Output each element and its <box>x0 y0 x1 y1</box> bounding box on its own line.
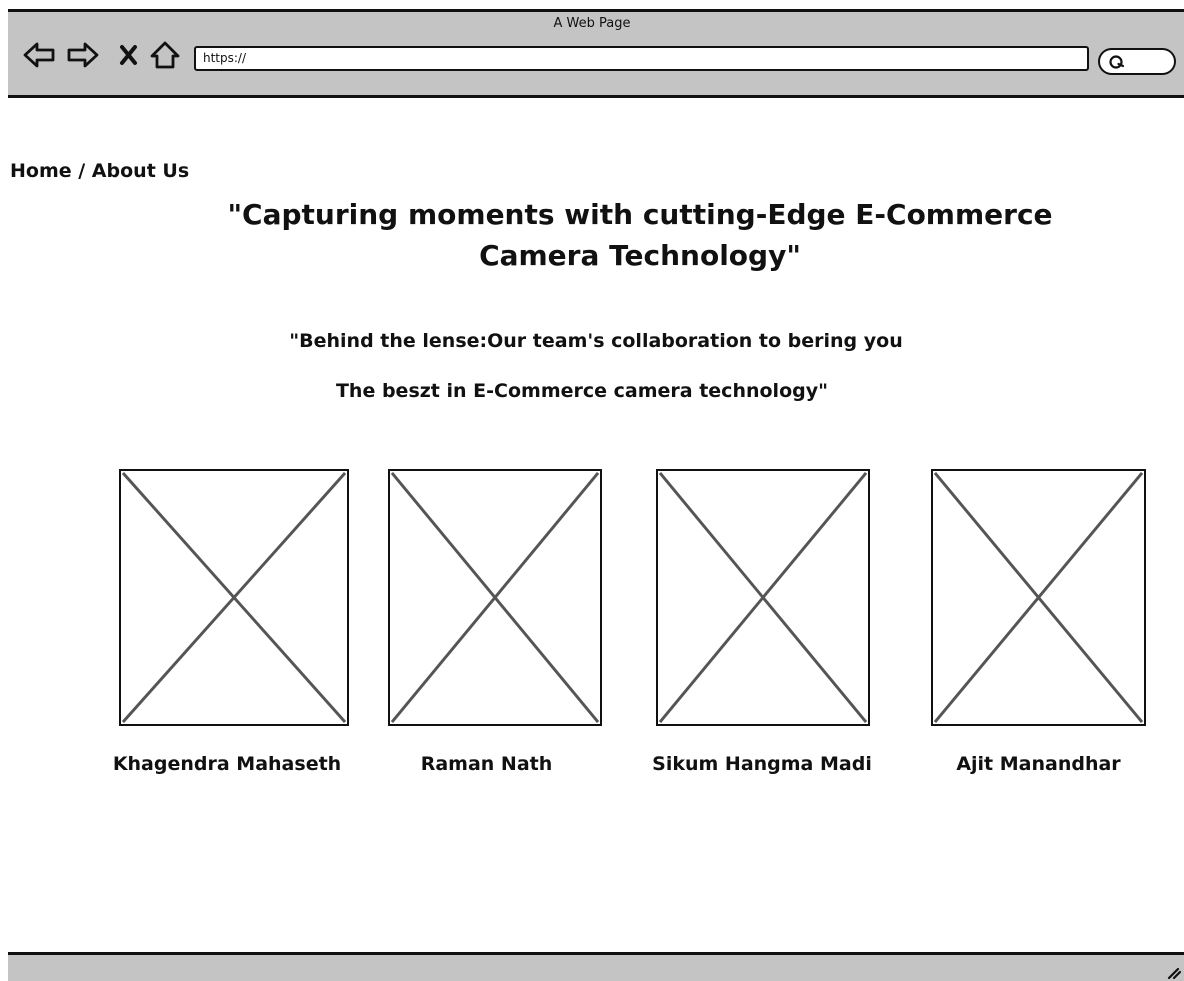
team-member-photo-placeholder <box>388 469 602 726</box>
browser-status-bar <box>8 952 1184 981</box>
breadcrumb[interactable]: Home / About Us <box>10 160 189 182</box>
home-icon[interactable] <box>148 38 182 72</box>
back-arrow-icon[interactable] <box>22 38 56 72</box>
tagline-line-2: The beszt in E-Commerce camera technolog… <box>335 380 829 402</box>
team-member-photo-placeholder <box>931 469 1146 726</box>
close-x-icon[interactable] <box>114 38 148 72</box>
forward-arrow-icon[interactable] <box>66 38 100 72</box>
team-member-photo-placeholder <box>119 469 349 726</box>
team-member-name: Khagendra Mahaseth <box>112 753 342 775</box>
search-button[interactable] <box>1098 48 1176 75</box>
team-member-photo-placeholder <box>656 469 870 726</box>
tagline-line-1: "Behind the lense:Our team's collaborati… <box>289 330 903 352</box>
browser-window: A Web Page https:// Home / About Us "Cap… <box>0 0 1184 981</box>
team-member-name: Sikum Hangma Madi <box>652 753 872 775</box>
team-member-name: Raman Nath <box>420 753 553 775</box>
search-icon <box>1109 55 1125 69</box>
team-member-name: Ajit Manandhar <box>956 753 1121 775</box>
resize-grip-icon[interactable] <box>1163 961 1182 980</box>
page-headline: "Capturing moments with cutting-Edge E-C… <box>227 198 1053 272</box>
window-title: A Web Page <box>553 16 631 31</box>
address-bar-input[interactable]: https:// <box>194 46 1089 71</box>
